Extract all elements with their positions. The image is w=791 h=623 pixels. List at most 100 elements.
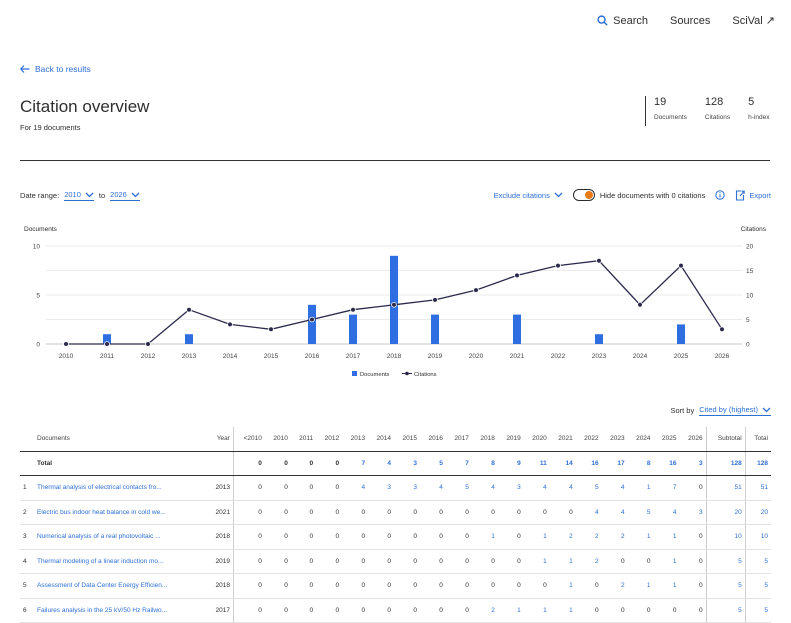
column-header: <2010: [232, 427, 265, 452]
date-from-select[interactable]: 2010: [64, 190, 94, 201]
total-value: 0: [316, 451, 343, 476]
citation-count-cell: 0: [445, 573, 472, 599]
right-tick-label: 15: [746, 268, 754, 275]
x-tick-label: 2018: [387, 353, 402, 360]
citation-count-cell: 0: [316, 573, 343, 599]
bar-documents-2017: [349, 314, 357, 344]
year-cell: 2017: [206, 598, 234, 623]
citation-count-cell: 4: [653, 500, 680, 525]
year-cell: 2013: [206, 475, 234, 501]
row-number: [20, 451, 34, 476]
citations-point-2020: [473, 287, 479, 293]
citation-count-cell: 0: [471, 549, 498, 574]
citations-point-2021: [514, 272, 520, 279]
document-title-link[interactable]: Thermal analysis of electrical contacts …: [34, 475, 207, 501]
scival-link[interactable]: SciVal ↗: [732, 14, 775, 27]
citation-count-cell: 5: [445, 475, 472, 501]
metric-value: 19: [654, 96, 667, 108]
citations-point-2011: [104, 341, 110, 347]
citation-count-cell: 0: [264, 475, 291, 501]
document-title-link[interactable]: Numerical analysis of a real photovoltai…: [34, 524, 207, 550]
right-tick-label: 5: [746, 317, 750, 324]
sort-control: Sort by Cited by (highest): [670, 405, 771, 416]
x-tick-label: 2012: [141, 353, 156, 360]
sources-link[interactable]: Sources: [670, 15, 710, 27]
row-number: 6: [20, 598, 34, 623]
metric-label: Documents: [654, 114, 687, 121]
column-header: 2020: [523, 427, 550, 452]
bar-documents-2018: [390, 255, 398, 344]
citation-count-cell: 0: [290, 573, 317, 599]
chart-controls: Exclude citations Hide documents with 0 …: [494, 189, 771, 201]
date-range-label: Date range:: [20, 191, 60, 200]
citation-table: Documents Year <2010 2010 2011 2012 2013 2014 20…: [20, 427, 771, 623]
citation-count-cell: 0: [419, 524, 446, 550]
citation-count-cell: 5: [705, 573, 746, 599]
date-to-select[interactable]: 2026: [110, 190, 140, 201]
sort-select[interactable]: Cited by (highest): [699, 405, 771, 416]
total-label: Total: [34, 451, 207, 476]
citation-count-cell: 2: [601, 524, 628, 550]
x-tick-label: 2024: [633, 353, 648, 360]
citation-count-cell: 0: [394, 598, 420, 623]
sort-label: Sort by: [670, 406, 695, 415]
citation-count-cell: 0: [368, 549, 395, 574]
citation-count-cell: 0: [232, 500, 265, 525]
row-number: 1: [20, 475, 34, 501]
citation-count-cell: 3: [497, 475, 524, 501]
citations-point-2022: [555, 262, 561, 269]
citation-count-cell: 0: [290, 524, 317, 550]
total-value: 8: [627, 451, 654, 476]
info-icon[interactable]: [715, 190, 726, 200]
document-title-link[interactable]: Electric bus indoor heat balance in cold…: [34, 500, 207, 525]
legend-citations-label: Citations: [414, 372, 437, 378]
citation-count-cell: 2: [549, 524, 576, 550]
search-link[interactable]: Search: [597, 15, 648, 27]
row-number: 4: [20, 549, 34, 574]
column-header: 2012: [316, 427, 343, 452]
export-button[interactable]: Export: [735, 189, 771, 201]
citation-count-cell: 10: [705, 524, 746, 550]
column-header: 2016: [419, 427, 446, 452]
citation-count-cell: 0: [342, 549, 369, 574]
hide-zero-toggle[interactable]: [572, 189, 595, 201]
citation-count-cell: 1: [653, 524, 680, 550]
x-tick-label: 2020: [469, 353, 484, 360]
citations-point-2024: [637, 302, 643, 308]
citations-point-2018: [391, 302, 397, 308]
right-tick-label: 10: [746, 293, 754, 300]
chevron-down-icon: [131, 192, 140, 197]
citation-count-cell: 5: [705, 598, 746, 623]
x-tick-label: 2019: [428, 353, 443, 360]
citations-point-2013: [186, 306, 192, 313]
citation-count-cell: 1: [653, 549, 680, 574]
exclude-citations-dropdown[interactable]: Exclude citations: [494, 191, 563, 200]
document-title-link[interactable]: Failures analysis in the 25 kV/50 Hz Rai…: [34, 598, 207, 623]
total-value: 0: [290, 451, 317, 476]
document-title-link[interactable]: Thermal modeling of a linear induction m…: [34, 549, 207, 574]
column-header: 2021: [549, 427, 576, 452]
export-label: Export: [749, 190, 771, 200]
hide-zero-label: Hide documents with 0 citations: [599, 190, 706, 200]
arrow-left-icon: [20, 65, 30, 73]
citation-count-cell: 1: [549, 549, 576, 574]
left-tick-label: 10: [33, 244, 41, 251]
bar-documents-2013: [185, 334, 193, 344]
citation-count-cell: 0: [419, 549, 446, 574]
citation-count-cell: 0: [232, 475, 265, 501]
x-tick-label: 2017: [346, 353, 361, 360]
citation-count-cell: 0: [419, 573, 446, 599]
column-header: 2015: [394, 427, 420, 452]
document-title-link[interactable]: Assessment of Data Center Energy Efficie…: [34, 573, 207, 599]
date-range: Date range: 2010 to 2026: [20, 190, 140, 201]
citation-count-cell: 0: [549, 500, 576, 525]
citation-count-cell: 0: [627, 549, 654, 574]
citations-point-2015: [268, 326, 274, 333]
citation-count-cell: 5: [575, 475, 602, 501]
citation-count-cell: 20: [705, 500, 746, 525]
legend-documents-swatch: [352, 371, 357, 376]
back-to-results-link[interactable]: Back to results: [20, 64, 91, 74]
citations-point-2026: [719, 326, 725, 333]
citation-count-cell: 0: [264, 573, 291, 599]
bar-documents-2023: [595, 334, 603, 344]
